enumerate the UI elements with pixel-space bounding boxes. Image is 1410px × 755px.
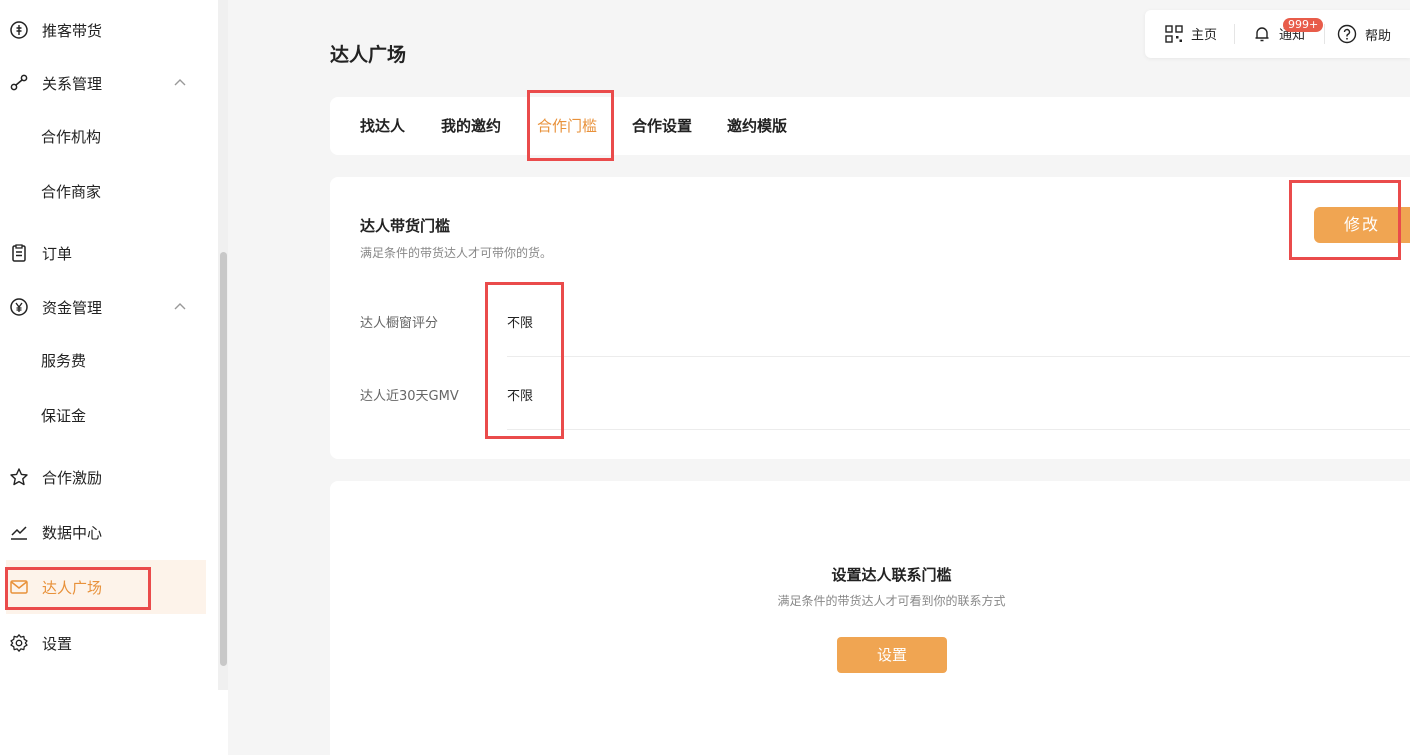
divider: [1324, 24, 1325, 44]
annotation-box-tab: [527, 90, 614, 161]
page-title: 达人广场: [330, 44, 407, 66]
sidebar: 推客带货 关系管理 合作机构 合作商家 订单 资金管理 服务费 保证金 合作激励…: [0, 0, 228, 755]
home-link[interactable]: 主页: [1165, 24, 1217, 43]
divider: [507, 429, 1410, 430]
clipboard-icon: [9, 243, 29, 263]
sidebar-item-relation[interactable]: 关系管理: [0, 56, 210, 110]
sidebar-item-label: 订单: [42, 244, 73, 263]
sidebar-item-tuike[interactable]: 推客带货: [0, 3, 210, 57]
sidebar-item-label: 推客带货: [42, 21, 103, 40]
annotation-box-edit: [1289, 180, 1401, 260]
home-label: 主页: [1191, 28, 1218, 43]
chart-line-icon: [9, 522, 29, 542]
star-icon: [9, 467, 29, 487]
threshold-label-gmv: 达人近30天GMV: [360, 389, 459, 404]
help-link[interactable]: 帮助: [1337, 24, 1391, 44]
sidebar-item-label: 合作商家: [41, 182, 102, 201]
qr-grid-icon: [1165, 24, 1183, 43]
bell-icon: [1255, 26, 1269, 41]
sidebar-item-label: 服务费: [41, 351, 87, 370]
sidebar-item-service-fee[interactable]: 服务费: [0, 333, 210, 387]
sidebar-item-label: 保证金: [41, 406, 87, 425]
chevron-up-icon[interactable]: [172, 75, 188, 91]
gear-icon: [9, 633, 29, 653]
sidebar-item-deposit[interactable]: 保证金: [0, 388, 210, 442]
sidebar-item-label: 合作激励: [42, 468, 103, 487]
top-toolbar: 主页 通知 999+ 帮助: [1145, 10, 1410, 58]
threshold-subtitle: 满足条件的带货达人才可带你的货。: [360, 246, 553, 260]
sidebar-item-settings[interactable]: 设置: [0, 616, 210, 670]
sidebar-item-funds[interactable]: 资金管理: [0, 280, 210, 334]
sidebar-item-label: 资金管理: [42, 298, 103, 317]
annotation-box-values: [485, 282, 564, 439]
contact-subtitle: 满足条件的带货达人才可看到你的联系方式: [777, 594, 1006, 608]
sidebar-item-partner-org[interactable]: 合作机构: [0, 109, 210, 163]
help-label: 帮助: [1365, 28, 1392, 44]
contact-title: 设置达人联系门槛: [831, 566, 952, 584]
notification-badge: 999+: [1283, 18, 1324, 32]
sidebar-item-label: 数据中心: [42, 523, 103, 542]
threshold-title: 达人带货门槛: [360, 217, 451, 235]
yen-icon: [9, 297, 29, 317]
tab-cooperation-settings[interactable]: 合作设置: [632, 97, 692, 155]
sidebar-scrollbar-thumb[interactable]: [220, 252, 227, 666]
chevron-up-icon[interactable]: [172, 299, 188, 315]
tab-my-invitations[interactable]: 我的邀约: [441, 97, 501, 155]
sidebar-item-partner-merchant[interactable]: 合作商家: [0, 164, 210, 218]
tab-invitation-templates[interactable]: 邀约模版: [727, 97, 787, 155]
divider: [1234, 24, 1235, 44]
divider: [507, 356, 1410, 357]
help-circle-icon: [1337, 24, 1357, 44]
annotation-box-sidebar: [5, 567, 151, 610]
sidebar-item-label: 合作机构: [41, 127, 102, 146]
contact-threshold-card: 设置达人联系门槛 满足条件的带货达人才可看到你的联系方式 设置: [330, 481, 1410, 755]
threshold-label-showcase-score: 达人橱窗评分: [360, 316, 439, 331]
set-button[interactable]: 设置: [837, 637, 947, 673]
relation-icon: [9, 73, 29, 93]
sidebar-item-label: 关系管理: [42, 74, 103, 93]
tab-bar: 找达人 我的邀约 合作门槛 合作设置 邀约模版: [330, 97, 1410, 155]
sidebar-item-data-center[interactable]: 数据中心: [0, 505, 210, 559]
tab-find-talent[interactable]: 找达人: [360, 97, 405, 155]
coin-icon: [9, 20, 29, 40]
sidebar-item-label: 设置: [42, 634, 73, 653]
sidebar-item-orders[interactable]: 订单: [0, 226, 210, 280]
sidebar-item-incentive[interactable]: 合作激励: [0, 450, 210, 504]
